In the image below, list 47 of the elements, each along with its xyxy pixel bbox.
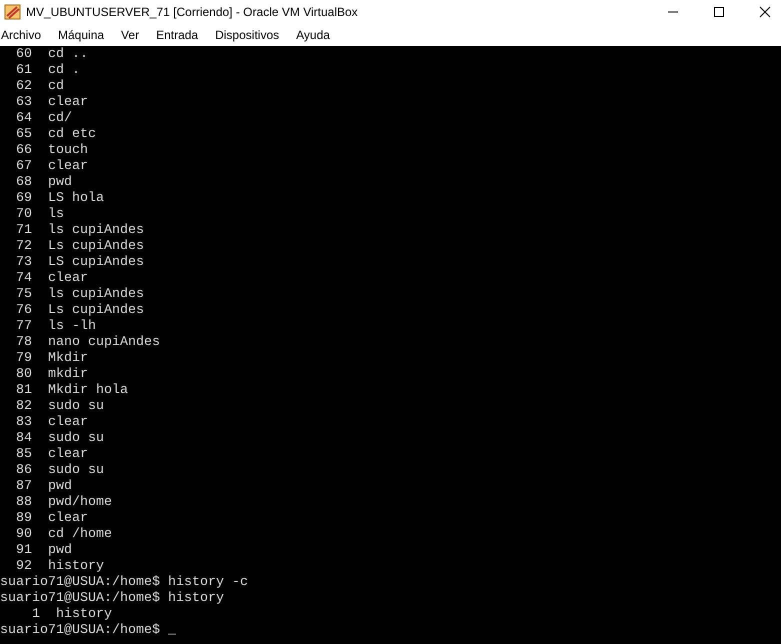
terminal-line: 86 sudo su (14, 463, 105, 479)
terminal-line: 84 sudo su (14, 431, 105, 447)
terminal-line: 82 sudo su (14, 399, 105, 415)
terminal-line: 79 Mkdir (14, 351, 89, 367)
terminal-line: 73 LS cupiAndes (14, 255, 145, 271)
terminal-line: 70 ls (14, 207, 65, 223)
app-icon (4, 3, 22, 21)
terminal-line: 62 cd (14, 79, 65, 95)
terminal-line: 88 pwd/home (14, 495, 113, 511)
terminal-line: 66 touch (14, 143, 89, 159)
close-icon[interactable] (759, 6, 771, 18)
terminal-line: 77 ls -lh (14, 319, 97, 335)
terminal-line: 89 clear (14, 511, 89, 527)
terminal-line: 78 nano cupiAndes (14, 335, 161, 351)
menu-item[interactable]: Entrada (156, 28, 198, 42)
window-title: MV_UBUNTUSERVER_71 [Corriendo] - Oracle VM VirtualBox (26, 5, 359, 19)
terminal-line: 83 clear (14, 415, 89, 431)
terminal-line: 65 cd etc (14, 127, 97, 143)
terminal-line: 76 Ls cupiAndes (14, 303, 145, 319)
terminal-line: 67 clear (14, 159, 89, 175)
terminal-line: 69 LS hola (14, 191, 105, 207)
terminal-line: 80 mkdir (14, 367, 89, 383)
terminal-line: suario71@USUA:/home$ _ (0, 623, 177, 639)
maximize-icon[interactable] (713, 6, 725, 18)
terminal-line: 75 ls cupiAndes (14, 287, 145, 303)
terminal-line: 90 cd /home (14, 527, 113, 543)
menu-item[interactable]: Ayuda (296, 28, 330, 42)
terminal-line: 74 clear (14, 271, 89, 287)
terminal-line: suario71@USUA:/home$ history (0, 591, 225, 607)
terminal-line: 87 pwd (14, 479, 73, 495)
terminal-line: 81 Mkdir hola (14, 383, 129, 399)
terminal-line: 85 clear (14, 447, 89, 463)
terminal-line: 60 cd .. (14, 47, 89, 63)
terminal-line: 64 cd/ (14, 111, 73, 127)
terminal-line: 61 cd . (14, 63, 81, 79)
menu-item[interactable]: Ver (121, 28, 140, 42)
menu-item[interactable]: Máquina (58, 28, 104, 42)
terminal-line: 72 Ls cupiAndes (14, 239, 145, 255)
terminal-line: 1 history (30, 607, 113, 623)
terminal-line: suario71@USUA:/home$ history -c (0, 575, 249, 591)
terminal-line: 92 history (14, 559, 105, 575)
terminal-line: 68 pwd (14, 175, 73, 191)
terminal-line: 91 pwd (14, 543, 73, 559)
menu-item[interactable]: Dispositivos (215, 28, 280, 42)
terminal-line: 71 ls cupiAndes (14, 223, 145, 239)
menu-item[interactable]: Archivo (1, 28, 42, 42)
terminal-line: 63 clear (14, 95, 89, 111)
